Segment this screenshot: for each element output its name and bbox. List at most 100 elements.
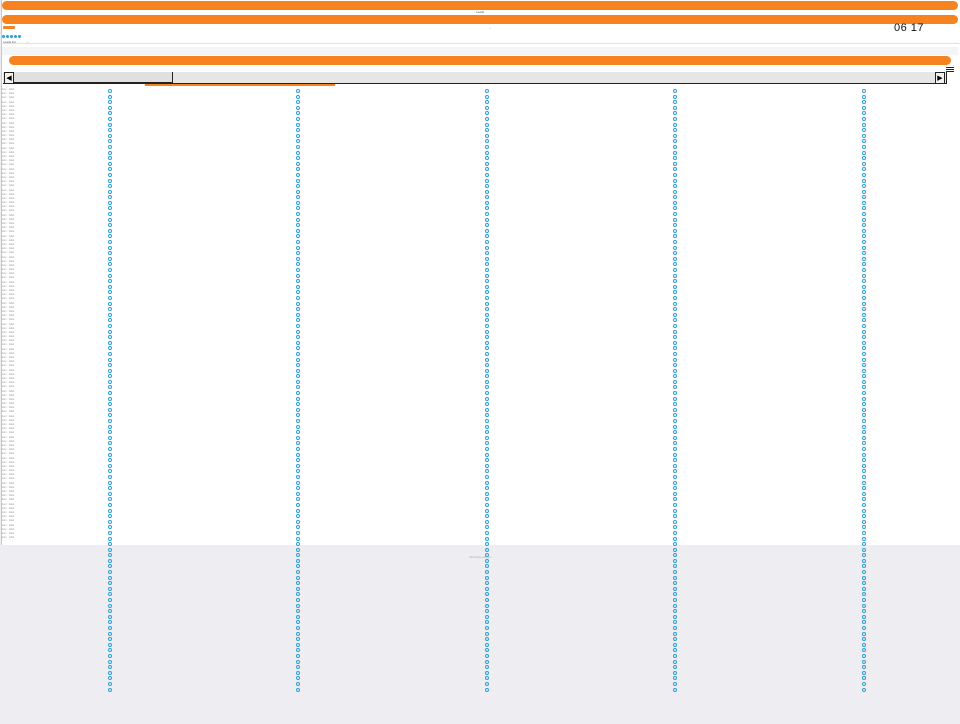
radio-dot[interactable] xyxy=(108,167,112,172)
radio-dot[interactable] xyxy=(673,564,677,569)
radio-dot[interactable] xyxy=(108,631,112,636)
radio-dot[interactable] xyxy=(296,603,300,608)
radio-dot[interactable] xyxy=(108,200,112,205)
radio-dot[interactable] xyxy=(673,469,677,474)
radio-dot[interactable] xyxy=(108,346,112,351)
radio-dot[interactable] xyxy=(296,200,300,205)
radio-dot[interactable] xyxy=(862,195,866,200)
radio-dot[interactable] xyxy=(108,681,112,686)
radio-dot[interactable] xyxy=(296,497,300,502)
radio-dot[interactable] xyxy=(862,458,866,463)
radio-dot[interactable] xyxy=(673,301,677,306)
radio-dot[interactable] xyxy=(673,279,677,284)
radio-dot[interactable] xyxy=(296,396,300,401)
radio-dot[interactable] xyxy=(296,665,300,670)
radio-dot[interactable] xyxy=(673,665,677,670)
radio-dot[interactable] xyxy=(485,480,489,485)
radio-dot[interactable] xyxy=(296,614,300,619)
radio-dot[interactable] xyxy=(296,150,300,155)
radio-dot[interactable] xyxy=(673,519,677,524)
radio-dot[interactable] xyxy=(108,312,112,317)
radio-dot[interactable] xyxy=(108,396,112,401)
radio-dot[interactable] xyxy=(296,424,300,429)
radio-dot[interactable] xyxy=(108,480,112,485)
radio-dot[interactable] xyxy=(673,586,677,591)
radio-dot[interactable] xyxy=(108,128,112,133)
radio-dot[interactable] xyxy=(485,676,489,681)
radio-dot[interactable] xyxy=(296,240,300,245)
radio-dot[interactable] xyxy=(673,452,677,457)
radio-dot[interactable] xyxy=(862,648,866,653)
radio-dot[interactable] xyxy=(108,430,112,435)
radio-dot[interactable] xyxy=(862,514,866,519)
radio-dot[interactable] xyxy=(296,480,300,485)
radio-dot[interactable] xyxy=(296,217,300,222)
radio-dot[interactable] xyxy=(108,575,112,580)
radio-dot[interactable] xyxy=(673,178,677,183)
radio-dot[interactable] xyxy=(673,139,677,144)
radio-dot[interactable] xyxy=(862,430,866,435)
radio-dot[interactable] xyxy=(673,307,677,312)
radio-dot[interactable] xyxy=(485,284,489,289)
radio-dot[interactable] xyxy=(108,240,112,245)
radio-dot[interactable] xyxy=(296,128,300,133)
radio-dot[interactable] xyxy=(485,648,489,653)
radio-dot[interactable] xyxy=(296,474,300,479)
radio-dot[interactable] xyxy=(296,670,300,675)
radio-dot[interactable] xyxy=(485,435,489,440)
radio-dot[interactable] xyxy=(862,184,866,189)
radio-dot[interactable] xyxy=(862,385,866,390)
radio-dot[interactable] xyxy=(485,374,489,379)
scrollbar-thumb[interactable] xyxy=(14,72,173,83)
radio-dot[interactable] xyxy=(108,536,112,541)
radio-dot[interactable] xyxy=(673,609,677,614)
radio-dot[interactable] xyxy=(108,614,112,619)
radio-dot[interactable] xyxy=(485,329,489,334)
radio-dot[interactable] xyxy=(296,648,300,653)
radio-dot[interactable] xyxy=(108,284,112,289)
radio-dot[interactable] xyxy=(862,295,866,300)
radio-dot[interactable] xyxy=(862,128,866,133)
radio-dot[interactable] xyxy=(485,626,489,630)
radio-dot[interactable] xyxy=(108,603,112,608)
radio-dot[interactable] xyxy=(673,161,677,166)
radio-dot[interactable] xyxy=(485,525,489,530)
radio-dot[interactable] xyxy=(296,525,300,530)
radio-dot[interactable] xyxy=(108,435,112,440)
radio-dot[interactable] xyxy=(485,620,489,625)
radio-dot[interactable] xyxy=(862,642,866,647)
radio-dot[interactable] xyxy=(862,156,866,161)
radio-dot[interactable] xyxy=(485,536,489,541)
radio-dot[interactable] xyxy=(673,508,677,513)
radio-dot[interactable] xyxy=(296,530,300,535)
radio-dot[interactable] xyxy=(485,234,489,239)
radio-dot[interactable] xyxy=(862,301,866,306)
radio-dot[interactable] xyxy=(485,452,489,457)
radio-dot[interactable] xyxy=(108,609,112,614)
radio-dot[interactable] xyxy=(296,89,300,93)
radio-dot[interactable] xyxy=(108,676,112,681)
radio-dot[interactable] xyxy=(862,251,866,256)
radio-dot[interactable] xyxy=(296,268,300,272)
radio-dot[interactable] xyxy=(673,581,677,586)
radio-dot[interactable] xyxy=(485,659,489,664)
radio-dot[interactable] xyxy=(108,463,112,468)
radio-dot[interactable] xyxy=(673,100,677,105)
radio-dot[interactable] xyxy=(485,346,489,351)
radio-dot[interactable] xyxy=(673,105,677,110)
radio-dot[interactable] xyxy=(485,335,489,340)
radio-dot[interactable] xyxy=(673,346,677,351)
radio-dot[interactable] xyxy=(108,502,112,507)
radio-dot[interactable] xyxy=(485,323,489,328)
radio-dot[interactable] xyxy=(296,458,300,463)
radio-dot[interactable] xyxy=(296,195,300,200)
radio-dot[interactable] xyxy=(862,94,866,99)
radio-dot[interactable] xyxy=(673,290,677,295)
radio-dot[interactable] xyxy=(296,133,300,138)
radio-dot[interactable] xyxy=(485,245,489,250)
radio-dot[interactable] xyxy=(485,681,489,686)
radio-dot[interactable] xyxy=(108,570,112,575)
radio-dot[interactable] xyxy=(108,100,112,105)
radio-dot[interactable] xyxy=(485,575,489,580)
radio-dot[interactable] xyxy=(673,256,677,261)
